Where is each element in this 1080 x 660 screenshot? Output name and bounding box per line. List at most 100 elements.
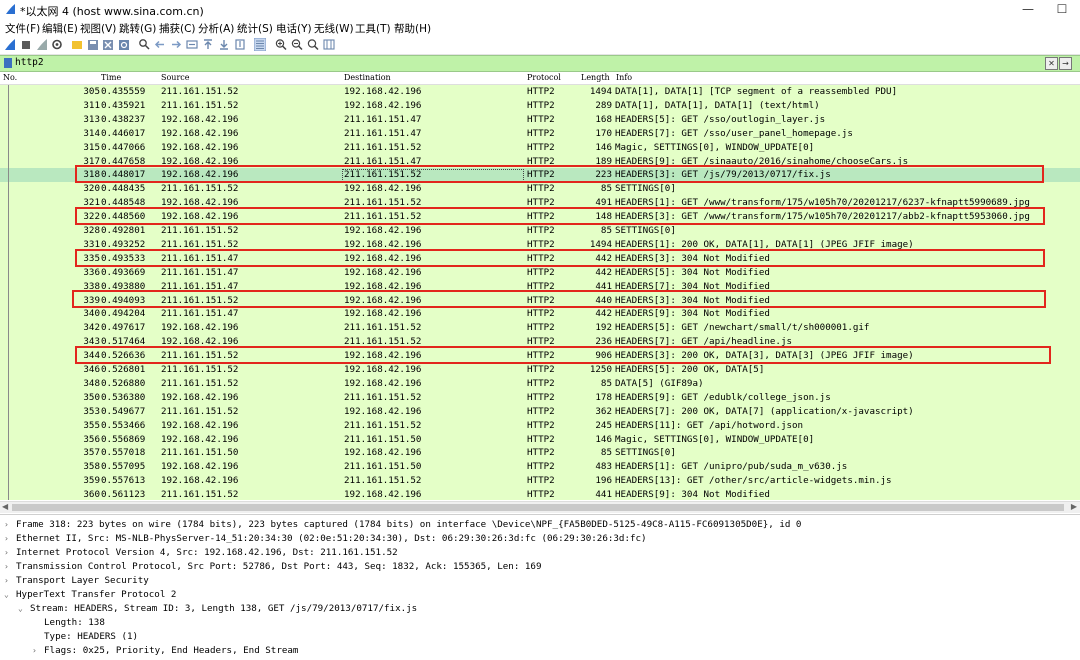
apply-filter-button[interactable]: → (1059, 57, 1072, 70)
packet-row[interactable]: 322 0.448560 192.168.42.196 211.161.151.52 H… (0, 210, 1080, 224)
packet-row[interactable]: 359 0.557613 192.168.42.196 211.161.151.52 H… (0, 474, 1080, 488)
packet-row[interactable]: 343 0.517464 192.168.42.196 211.161.151.52 H… (0, 335, 1080, 349)
zoom-in-icon[interactable] (275, 38, 287, 51)
expand-arrow-icon[interactable]: › (32, 644, 37, 658)
normal-size-icon[interactable] (307, 38, 319, 51)
menu-tools[interactable]: 工具(T) (355, 21, 391, 36)
packet-row[interactable]: 320 0.448435 211.161.151.52 192.168.42.196 H… (0, 182, 1080, 196)
detail-tree-item[interactable]: Length: 138 (0, 616, 1080, 630)
column-header-no[interactable]: No. (3, 73, 17, 82)
packet-row[interactable]: 338 0.493880 211.161.151.47 192.168.42.196 H… (0, 280, 1080, 294)
reload-icon[interactable] (118, 38, 130, 51)
column-header-source[interactable]: Source (161, 73, 190, 82)
collapse-arrow-icon[interactable]: ⌄ (4, 588, 9, 602)
go-to-packet-icon[interactable] (186, 38, 198, 51)
packet-row[interactable]: 313 0.438237 192.168.42.196 211.161.151.47 H… (0, 113, 1080, 127)
packet-row[interactable]: 305 0.435559 211.161.151.52 192.168.42.196 H… (0, 85, 1080, 99)
packet-list[interactable]: 305 0.435559 211.161.151.52 192.168.42.196 H… (0, 85, 1080, 500)
display-filter-input[interactable]: http2 (15, 57, 44, 68)
menu-wireless[interactable]: 无线(W) (314, 21, 354, 36)
resize-columns-icon[interactable] (323, 38, 335, 51)
expand-arrow-icon[interactable]: › (4, 574, 9, 588)
packet-row[interactable]: 356 0.556869 192.168.42.196 211.161.151.50 H… (0, 433, 1080, 447)
scrollbar-thumb[interactable] (12, 504, 1064, 511)
packet-row[interactable]: 350 0.536380 192.168.42.196 211.161.151.52 H… (0, 391, 1080, 405)
detail-tree-item[interactable]: › Flags: 0x25, Priority, End Headers, End… (0, 644, 1080, 658)
menu-file[interactable]: 文件(F) (5, 21, 40, 36)
menu-statistics[interactable]: 统计(S) (237, 21, 273, 36)
detail-tree-item[interactable]: › Internet Protocol Version 4, Src: 192.1… (0, 546, 1080, 560)
detail-tree-item[interactable]: › Frame 318: 223 bytes on wire (1784 bits… (0, 518, 1080, 532)
go-back-icon[interactable] (154, 38, 166, 51)
column-header-time[interactable]: Time (101, 73, 121, 82)
restart-capture-icon[interactable] (36, 38, 48, 51)
capture-options-icon[interactable] (51, 38, 63, 51)
packet-row[interactable]: 346 0.526801 211.161.151.52 192.168.42.196 H… (0, 363, 1080, 377)
packet-row[interactable]: 328 0.492801 211.161.151.52 192.168.42.196 H… (0, 224, 1080, 238)
packet-row[interactable]: 357 0.557018 211.161.151.50 192.168.42.196 H… (0, 446, 1080, 460)
column-header-destination[interactable]: Destination (344, 73, 391, 82)
scroll-right-arrow-icon[interactable]: ▶ (1071, 502, 1077, 511)
packet-row[interactable]: 360 0.561123 211.161.151.52 192.168.42.196 H… (0, 488, 1080, 500)
detail-tree-item[interactable]: › Ethernet II, Src: MS-NLB-PhysServer-14_… (0, 532, 1080, 546)
expand-arrow-icon[interactable]: › (4, 560, 9, 574)
save-file-icon[interactable] (87, 38, 99, 51)
packet-row[interactable]: 355 0.553466 192.168.42.196 211.161.151.52 H… (0, 419, 1080, 433)
zoom-out-icon[interactable] (291, 38, 303, 51)
packet-row[interactable]: 331 0.493252 211.161.151.52 192.168.42.196 H… (0, 238, 1080, 252)
packet-details-pane[interactable]: › Frame 318: 223 bytes on wire (1784 bits… (0, 514, 1080, 660)
menu-help[interactable]: 帮助(H) (394, 21, 431, 36)
detail-tree-item[interactable]: ⌄ Stream: HEADERS, Stream ID: 3, Length 1… (0, 602, 1080, 616)
column-header-protocol[interactable]: Protocol (527, 73, 561, 82)
scroll-left-arrow-icon[interactable]: ◀ (2, 502, 8, 511)
menu-go[interactable]: 跳转(G) (119, 21, 156, 36)
detail-tree-item[interactable]: › Transmission Control Protocol, Src Port… (0, 560, 1080, 574)
go-last-packet-icon[interactable] (218, 38, 230, 51)
packet-row[interactable]: 353 0.549677 211.161.151.52 192.168.42.196 H… (0, 405, 1080, 419)
packet-row[interactable]: 342 0.497617 192.168.42.196 211.161.151.52 H… (0, 321, 1080, 335)
go-first-packet-icon[interactable] (202, 38, 214, 51)
bookmark-icon[interactable] (4, 58, 12, 68)
expand-arrow-icon[interactable]: › (4, 518, 9, 532)
collapse-arrow-icon[interactable]: ⌄ (18, 602, 23, 616)
expand-arrow-icon[interactable]: › (4, 546, 9, 560)
maximize-button[interactable]: ☐ (1052, 2, 1072, 17)
start-capture-icon[interactable] (4, 38, 16, 51)
open-file-icon[interactable] (71, 38, 83, 51)
cell-protocol: HTTP2 (527, 267, 555, 278)
packet-row[interactable]: 344 0.526636 211.161.151.52 192.168.42.196 H… (0, 349, 1080, 363)
packet-row-selected[interactable]: 318 0.448017 192.168.42.196 211.161.151.52 H… (0, 168, 1080, 182)
packet-row[interactable]: 314 0.446017 192.168.42.196 211.161.151.47 H… (0, 127, 1080, 141)
column-header-length[interactable]: Length (581, 73, 610, 82)
packet-row[interactable]: 321 0.448548 192.168.42.196 211.161.151.52 H… (0, 196, 1080, 210)
expand-arrow-icon[interactable]: › (4, 532, 9, 546)
packet-row[interactable]: 348 0.526880 211.161.151.52 192.168.42.196 H… (0, 377, 1080, 391)
packet-row[interactable]: 335 0.493533 211.161.151.47 192.168.42.196 H… (0, 252, 1080, 266)
packet-row[interactable]: 340 0.494204 211.161.151.47 192.168.42.196 H… (0, 307, 1080, 321)
menu-edit[interactable]: 编辑(E) (42, 21, 78, 36)
packet-row[interactable]: 315 0.447066 192.168.42.196 211.161.151.52 H… (0, 141, 1080, 155)
packet-row[interactable]: 358 0.557095 192.168.42.196 211.161.151.50 H… (0, 460, 1080, 474)
column-header-info[interactable]: Info (616, 73, 632, 82)
find-packet-icon[interactable] (138, 38, 150, 51)
detail-tree-item[interactable]: ⌄ HyperText Transfer Protocol 2 (0, 588, 1080, 602)
packet-row[interactable]: 339 0.494093 211.161.151.52 192.168.42.196 H… (0, 294, 1080, 308)
cell-info: SETTINGS[0] (615, 183, 676, 194)
clear-filter-button[interactable]: ✕ (1045, 57, 1058, 70)
packet-row[interactable]: 336 0.493669 211.161.151.47 192.168.42.196 H… (0, 266, 1080, 280)
packet-list-horizontal-scrollbar[interactable]: ◀ ▶ (0, 501, 1080, 513)
packet-row[interactable]: 311 0.435921 211.161.151.52 192.168.42.196 H… (0, 99, 1080, 113)
auto-scroll-icon[interactable] (234, 38, 246, 51)
menu-view[interactable]: 视图(V) (80, 21, 116, 36)
menu-capture[interactable]: 捕获(C) (159, 21, 196, 36)
colorize-icon[interactable] (254, 38, 266, 51)
detail-tree-item[interactable]: Type: HEADERS (1) (0, 630, 1080, 644)
menu-analyze[interactable]: 分析(A) (198, 21, 234, 36)
go-forward-icon[interactable] (170, 38, 182, 51)
menu-telephony[interactable]: 电话(Y) (276, 21, 312, 36)
minimize-button[interactable]: — (1018, 2, 1038, 17)
packet-row[interactable]: 317 0.447658 192.168.42.196 211.161.151.47 H… (0, 155, 1080, 169)
detail-tree-item[interactable]: › Transport Layer Security (0, 574, 1080, 588)
stop-capture-icon[interactable] (20, 38, 32, 51)
close-file-icon[interactable] (102, 38, 114, 51)
